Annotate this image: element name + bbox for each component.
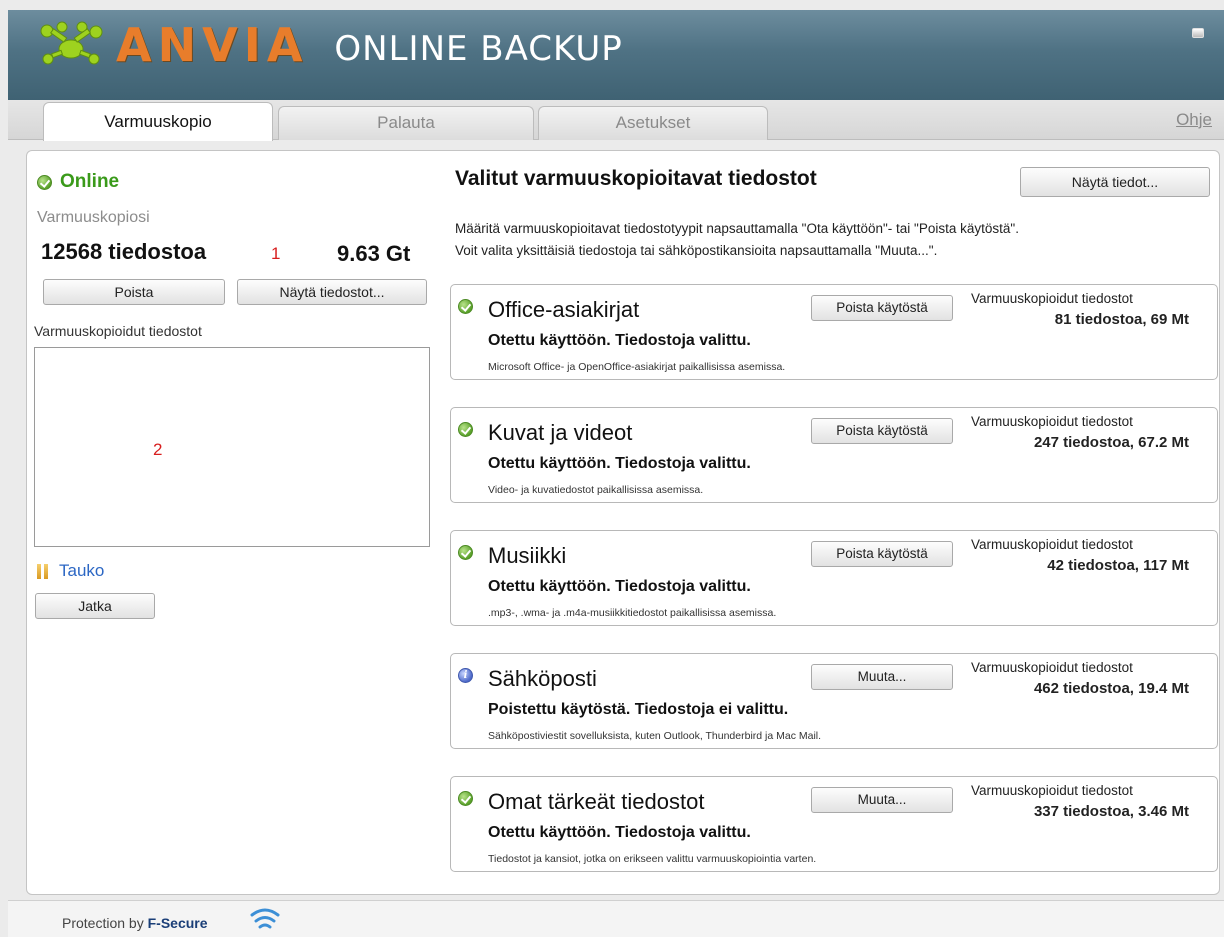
credit-prefix: Protection by bbox=[62, 915, 148, 931]
delete-button[interactable]: Poista bbox=[43, 279, 225, 305]
logo: ANVIA ONLINE BACKUP bbox=[38, 18, 623, 72]
f-secure-logo-icon bbox=[250, 908, 280, 929]
app-window: ANVIA ONLINE BACKUP Varmuuskopio Palauta… bbox=[0, 0, 1224, 937]
backed-up-files-label: Varmuuskopioidut tiedostot bbox=[971, 537, 1133, 552]
brand-name: ANVIA bbox=[116, 18, 309, 72]
backed-up-files-value: 337 tiedostoa, 3.46 Mt bbox=[1033, 803, 1189, 820]
show-files-button[interactable]: Näytä tiedostot... bbox=[237, 279, 427, 305]
disable-button[interactable]: Poista käytöstä bbox=[811, 295, 953, 321]
category-card-important-files: Omat tärkeät tiedostot Otettu käyttöön. … bbox=[450, 776, 1218, 872]
backups-label: Varmuuskopiosi bbox=[37, 209, 150, 226]
category-description: .mp3-, .wma- ja .m4a-musiikkitiedostot p… bbox=[488, 607, 777, 619]
instructions-line-2: Voit valita yksittäisiä tiedostoja tai s… bbox=[455, 243, 938, 258]
tab-settings[interactable]: Asetukset bbox=[538, 106, 768, 140]
change-button[interactable]: Muuta... bbox=[811, 664, 953, 690]
tab-restore[interactable]: Palauta bbox=[278, 106, 534, 140]
category-card-music: Musiikki Otettu käyttöön. Tiedostoja val… bbox=[450, 530, 1218, 626]
category-status: Otettu käyttöön. Tiedostoja valittu. bbox=[488, 455, 751, 472]
minimize-icon[interactable] bbox=[1192, 28, 1204, 38]
check-icon bbox=[458, 422, 473, 437]
status-row: Online bbox=[37, 171, 119, 193]
disable-button[interactable]: Poista käytöstä bbox=[811, 418, 953, 444]
main-panel: Online Varmuuskopiosi 12568 tiedostoa 1 … bbox=[26, 150, 1220, 895]
check-icon bbox=[458, 545, 473, 560]
category-description: Sähköpostiviestit sovelluksista, kuten O… bbox=[488, 730, 822, 742]
help-link[interactable]: Ohje bbox=[1176, 110, 1212, 130]
pause-row: Tauko bbox=[37, 561, 104, 581]
category-title: Omat tärkeät tiedostot bbox=[488, 789, 705, 814]
selected-files-title: Valitut varmuuskopioitavat tiedostot bbox=[455, 167, 817, 190]
category-title: Sähköposti bbox=[488, 666, 597, 691]
check-icon bbox=[37, 174, 52, 190]
category-description: Microsoft Office- ja OpenOffice-asiakirj… bbox=[488, 361, 786, 373]
category-title: Office-asiakirjat bbox=[488, 297, 640, 322]
backed-up-files-value: 81 tiedostoa, 69 Mt bbox=[1054, 311, 1189, 328]
footer: Protection by F-Secure bbox=[8, 900, 1224, 937]
product-name: ONLINE BACKUP bbox=[334, 29, 623, 69]
tab-bar: Varmuuskopio Palauta Asetukset Ohje bbox=[8, 100, 1224, 141]
backed-up-files-label: Varmuuskopioidut tiedostot bbox=[971, 783, 1133, 798]
category-title: Kuvat ja videot bbox=[488, 420, 633, 445]
category-status: Otettu käyttöön. Tiedostoja valittu. bbox=[488, 578, 751, 595]
backup-file-count: 12568 tiedostoa bbox=[41, 239, 207, 264]
category-status: Otettu käyttöön. Tiedostoja valittu. bbox=[488, 824, 751, 841]
show-details-button[interactable]: Näytä tiedot... bbox=[1020, 167, 1210, 197]
continue-button[interactable]: Jatka bbox=[35, 593, 155, 619]
credit-brand: F-Secure bbox=[147, 915, 208, 931]
category-description: Tiedostot ja kansiot, jotka on erikseen … bbox=[488, 853, 817, 865]
change-button[interactable]: Muuta... bbox=[811, 787, 953, 813]
backup-summary-column: Online Varmuuskopiosi 12568 tiedostoa 1 … bbox=[27, 151, 437, 894]
backed-up-files-list[interactable]: 2 bbox=[34, 347, 430, 547]
backed-up-files-value: 42 tiedostoa, 117 Mt bbox=[1047, 557, 1189, 574]
protection-credit: Protection by F-Secure bbox=[62, 915, 208, 931]
backed-up-files-value: 247 tiedostoa, 67.2 Mt bbox=[1033, 434, 1189, 451]
check-icon bbox=[458, 791, 473, 806]
backed-up-files-value: 462 tiedostoa, 19.4 Mt bbox=[1033, 680, 1189, 697]
pause-icon bbox=[37, 563, 49, 579]
category-card-office-documents: Office-asiakirjat Otettu käyttöön. Tiedo… bbox=[450, 284, 1218, 380]
category-title: Musiikki bbox=[488, 543, 567, 568]
category-status: Otettu käyttöön. Tiedostoja valittu. bbox=[488, 332, 751, 349]
backed-up-files-label: Varmuuskopioidut tiedostot bbox=[971, 291, 1133, 306]
category-status: Poistettu käytöstä. Tiedostoja ei valitt… bbox=[488, 701, 789, 718]
info-icon: i bbox=[458, 668, 473, 683]
check-icon bbox=[458, 299, 473, 314]
backed-up-files-label: Varmuuskopioidut tiedostot bbox=[971, 660, 1133, 675]
app-header: ANVIA ONLINE BACKUP bbox=[8, 10, 1224, 100]
pause-status: Tauko bbox=[59, 561, 105, 580]
annotation-marker-1: 1 bbox=[271, 244, 281, 263]
backed-up-files-label: Varmuuskopioidut tiedostot bbox=[971, 414, 1133, 429]
category-card-pictures-videos: Kuvat ja videot Otettu käyttöön. Tiedost… bbox=[450, 407, 1218, 503]
category-description: Video- ja kuvatiedostot paikallisissa as… bbox=[488, 484, 704, 496]
category-card-email: i Sähköposti Poistettu käytöstä. Tiedost… bbox=[450, 653, 1218, 749]
tab-backup[interactable]: Varmuuskopio bbox=[43, 102, 273, 141]
disable-button[interactable]: Poista käytöstä bbox=[811, 541, 953, 567]
backup-total-size: 9.63 Gt bbox=[337, 241, 411, 266]
connection-status: Online bbox=[60, 171, 120, 192]
instructions-line-1: Määritä varmuuskopioitavat tiedostotyypi… bbox=[455, 221, 1019, 236]
annotation-marker-2: 2 bbox=[153, 440, 163, 459]
anvia-logo-icon bbox=[40, 21, 103, 65]
backed-up-files-label: Varmuuskopioidut tiedostot bbox=[34, 323, 202, 339]
